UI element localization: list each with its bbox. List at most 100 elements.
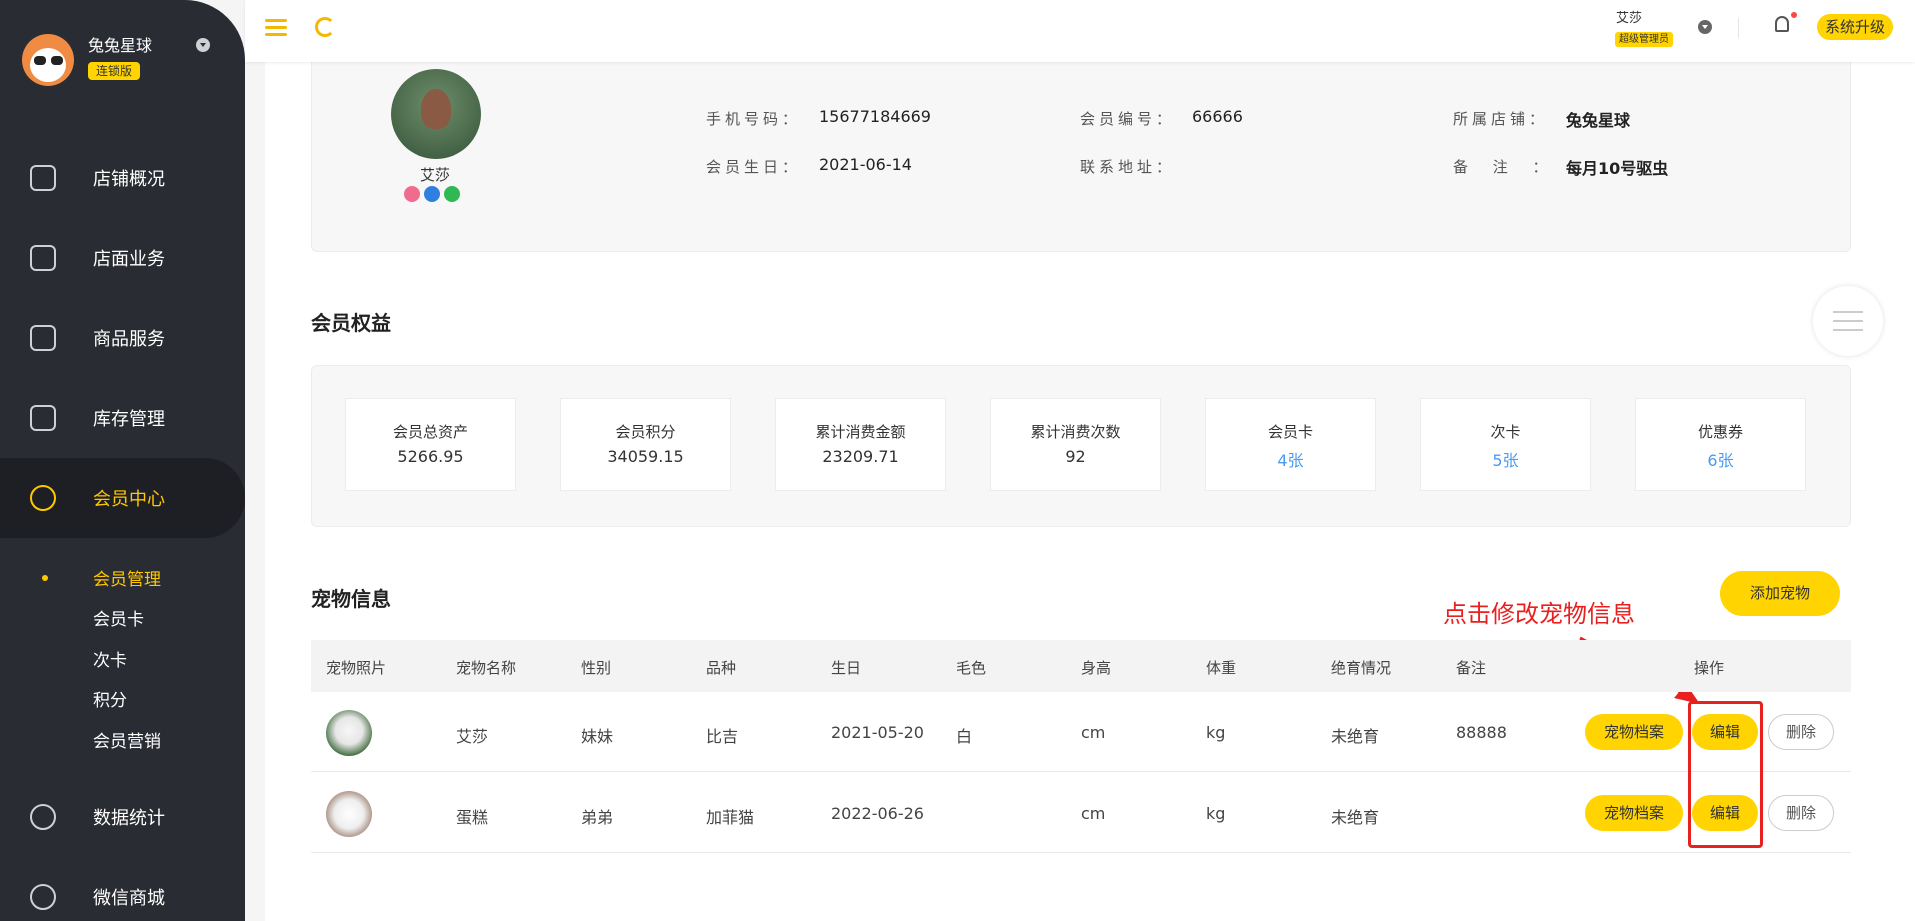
address-label: 联系地址： [1080, 158, 1176, 176]
col-name: 宠物名称 [456, 659, 517, 677]
list-menu-icon[interactable] [1813, 286, 1883, 356]
benefit-value: 5266.95 [397, 447, 464, 466]
brand-logo [22, 34, 74, 86]
col-actions: 操作 [1694, 659, 1725, 677]
pet-file-button[interactable]: 宠物档案 [1585, 795, 1683, 831]
link-icon[interactable] [444, 186, 460, 202]
chart-icon [30, 804, 56, 830]
benefit-card-member-card[interactable]: 会员卡 4张 [1205, 398, 1376, 491]
note-value: 每月10号驱虫 [1566, 159, 1669, 178]
member-no-label: 会员编号： [1080, 110, 1176, 128]
brand-dropdown-icon[interactable] [196, 38, 210, 52]
col-neutered: 绝育情况 [1331, 659, 1392, 677]
col-weight: 体重 [1206, 659, 1237, 677]
monitor-icon [30, 165, 56, 191]
nav-member-center[interactable]: 会员中心 [0, 458, 245, 538]
sub-member-card[interactable]: 会员卡 [93, 605, 144, 630]
user-name[interactable]: 艾莎 [1616, 7, 1642, 26]
annotation-highlight-box [1688, 701, 1763, 848]
brand-name: 兔兔星球 [88, 36, 153, 55]
benefit-card-spend-count[interactable]: 累计消费次数 92 [990, 398, 1161, 491]
sidebar: 兔兔星球 连锁版 店铺概况 店面业务 商品服务 库存管理 会员中心 会员管理 会… [0, 0, 245, 921]
add-pet-button[interactable]: 添加宠物 [1720, 571, 1840, 616]
pet-birthday: 2022-06-26 [831, 804, 924, 823]
pet-photo [326, 791, 372, 837]
pet-color: 白 [956, 727, 973, 746]
nav-label: 商品服务 [93, 329, 165, 350]
nav-store-business[interactable]: 店面业务 [0, 218, 245, 298]
nav-inventory[interactable]: 库存管理 [0, 378, 245, 458]
benefit-label: 会员积分 [615, 423, 676, 441]
benefit-value-link[interactable]: 4张 [1206, 447, 1375, 471]
pet-neutered: 未绝育 [1331, 727, 1380, 746]
user-dropdown-icon[interactable] [1698, 20, 1712, 34]
benefit-value-link[interactable]: 6张 [1636, 447, 1805, 471]
pet-delete-button[interactable]: 删除 [1768, 714, 1834, 750]
sub-points[interactable]: 积分 [93, 686, 127, 711]
pet-height: cm [1081, 804, 1106, 823]
benefit-card-coupon[interactable]: 优惠券 6张 [1635, 398, 1806, 491]
pet-weight: kg [1206, 723, 1226, 742]
sub-member-marketing[interactable]: 会员营销 [93, 727, 161, 752]
table-row: 艾莎 妹妹 比吉 2021-05-20 白 cm kg 未绝育 88888 宠物… [311, 692, 1851, 772]
nav-wechat-mall[interactable]: 微信商城 [0, 857, 245, 921]
search-icon[interactable] [404, 186, 420, 202]
benefit-card-points[interactable]: 会员积分 34059.15 [560, 398, 731, 491]
wechat-icon [30, 884, 56, 910]
pet-breed: 加菲猫 [706, 808, 755, 827]
upgrade-button[interactable]: 系统升级 [1817, 14, 1893, 40]
edition-badge: 连锁版 [88, 62, 141, 80]
member-name: 艾莎 [420, 166, 451, 184]
pet-gender: 弟弟 [581, 808, 614, 827]
benefit-card-spend-amount[interactable]: 累计消费金额 23209.71 [775, 398, 946, 491]
user-icon[interactable] [424, 186, 440, 202]
note-label: 备 注 ： [1453, 158, 1558, 176]
pet-name: 蛋糕 [456, 808, 489, 827]
col-breed: 品种 [706, 659, 737, 677]
annotation-text: 点击修改宠物信息 [1443, 600, 1635, 628]
benefit-label: 累计消费次数 [1030, 423, 1121, 441]
col-note: 备注 [1456, 659, 1487, 677]
col-birthday: 生日 [831, 659, 862, 677]
benefit-card-times-card[interactable]: 次卡 5张 [1420, 398, 1591, 491]
pet-photo [326, 710, 372, 756]
benefit-label: 优惠券 [1697, 423, 1743, 441]
sub-member-manage[interactable]: 会员管理 [93, 565, 161, 590]
pet-delete-button[interactable]: 删除 [1768, 795, 1834, 831]
nav-statistics[interactable]: 数据统计 [0, 777, 245, 857]
menu-toggle-icon[interactable] [265, 19, 287, 37]
pet-birthday: 2021-05-20 [831, 723, 924, 742]
nav-label: 库存管理 [93, 409, 165, 430]
nav-label: 微信商城 [93, 888, 165, 909]
benefit-card-assets[interactable]: 会员总资产 5266.95 [345, 398, 516, 491]
member-no-value: 66666 [1192, 107, 1243, 126]
nav-label: 会员中心 [93, 489, 165, 510]
refresh-icon[interactable] [315, 17, 335, 37]
nav-goods-services[interactable]: 商品服务 [0, 298, 245, 378]
brand[interactable]: 兔兔星球 连锁版 [22, 34, 152, 86]
table-row: 蛋糕 弟弟 加菲猫 2022-06-26 cm kg 未绝育 宠物档案 编辑 删… [311, 773, 1851, 853]
store-label: 所属店铺： [1453, 110, 1549, 128]
table-header: 宠物照片 宠物名称 性别 品种 生日 毛色 身高 体重 绝育情况 备注 操作 [311, 640, 1851, 692]
col-height: 身高 [1081, 659, 1112, 677]
nav-store-overview[interactable]: 店铺概况 [0, 138, 245, 218]
col-color: 毛色 [956, 659, 987, 677]
phone-value: 15677184669 [819, 107, 931, 126]
pet-file-button[interactable]: 宠物档案 [1585, 714, 1683, 750]
benefit-value: 92 [1065, 447, 1086, 466]
divider [1738, 18, 1739, 38]
col-photo: 宠物照片 [326, 659, 387, 677]
notification-dot [1791, 12, 1797, 18]
nav-label: 店面业务 [93, 249, 165, 270]
home-icon [30, 245, 56, 271]
bell-icon[interactable] [1775, 16, 1789, 32]
sub-times-card[interactable]: 次卡 [93, 646, 127, 671]
inventory-icon [30, 405, 56, 431]
benefit-label: 会员总资产 [392, 423, 468, 441]
active-dot [42, 575, 48, 581]
pet-gender: 妹妹 [581, 727, 614, 746]
benefit-value: 34059.15 [607, 447, 684, 466]
benefits-title: 会员权益 [311, 311, 391, 335]
benefit-value-link[interactable]: 5张 [1421, 447, 1590, 471]
member-avatar [391, 69, 481, 159]
